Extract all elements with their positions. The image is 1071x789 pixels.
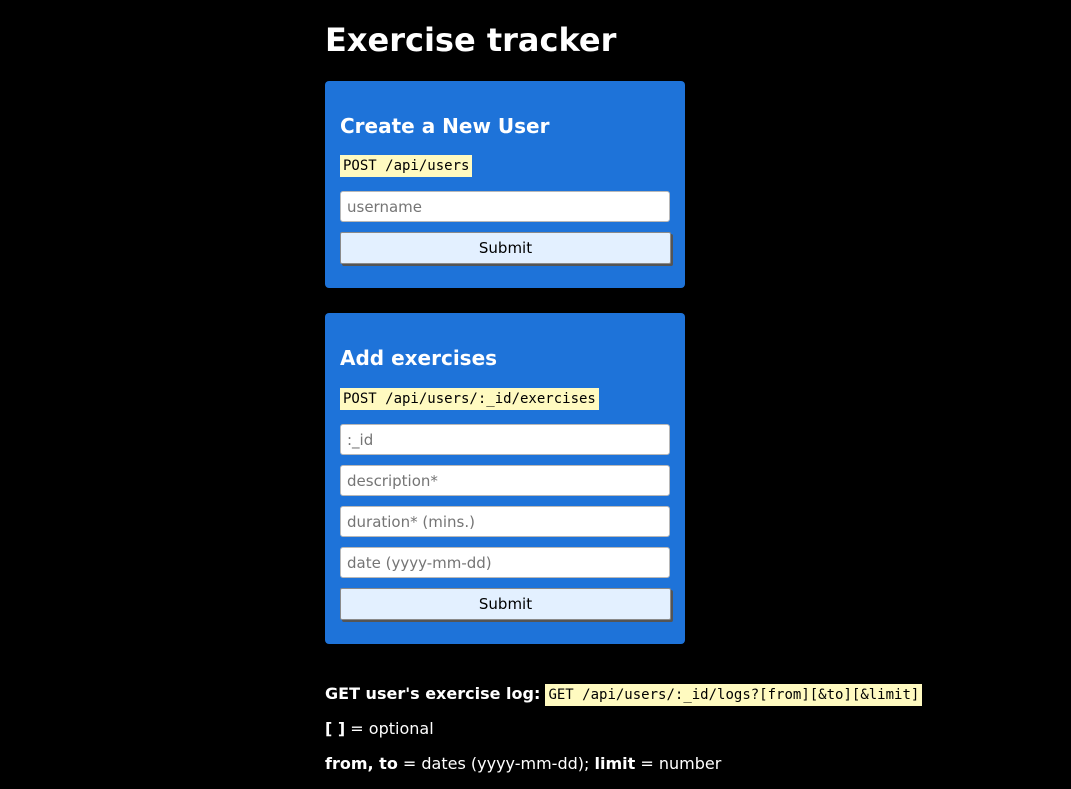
add-exercises-heading: Add exercises: [340, 346, 498, 370]
create-user-submit-button[interactable]: Submit: [340, 232, 671, 264]
create-user-heading: Create a New User: [340, 114, 550, 138]
description-input[interactable]: [340, 465, 670, 496]
log-label: GET user's exercise log:: [325, 684, 541, 703]
duration-input[interactable]: [340, 506, 670, 537]
optional-note: [ ] = optional: [325, 718, 434, 740]
page-title: Exercise tracker: [325, 21, 617, 59]
date-input[interactable]: [340, 547, 670, 578]
add-exercise-submit-button[interactable]: Submit: [340, 588, 671, 620]
add-exercises-endpoint: POST /api/users/:_id/exercises: [340, 388, 599, 410]
create-user-endpoint: POST /api/users: [340, 155, 473, 177]
from-to-text: = dates (yyyy-mm-dd);: [402, 754, 590, 773]
log-endpoint: GET /api/users/:_id/logs?[from][&to][&li…: [545, 684, 923, 706]
limit-text: = number: [640, 754, 722, 773]
optional-text: = optional: [350, 719, 434, 738]
log-endpoint-line: GET user's exercise log: GET /api/users/…: [325, 683, 923, 706]
params-note: from, to = dates (yyyy-mm-dd); limit = n…: [325, 753, 721, 775]
limit-label: limit: [594, 754, 636, 773]
optional-symbol: [ ]: [325, 719, 346, 738]
user-id-input[interactable]: [340, 424, 670, 455]
from-to-label: from, to: [325, 754, 398, 773]
username-input[interactable]: [340, 191, 670, 222]
